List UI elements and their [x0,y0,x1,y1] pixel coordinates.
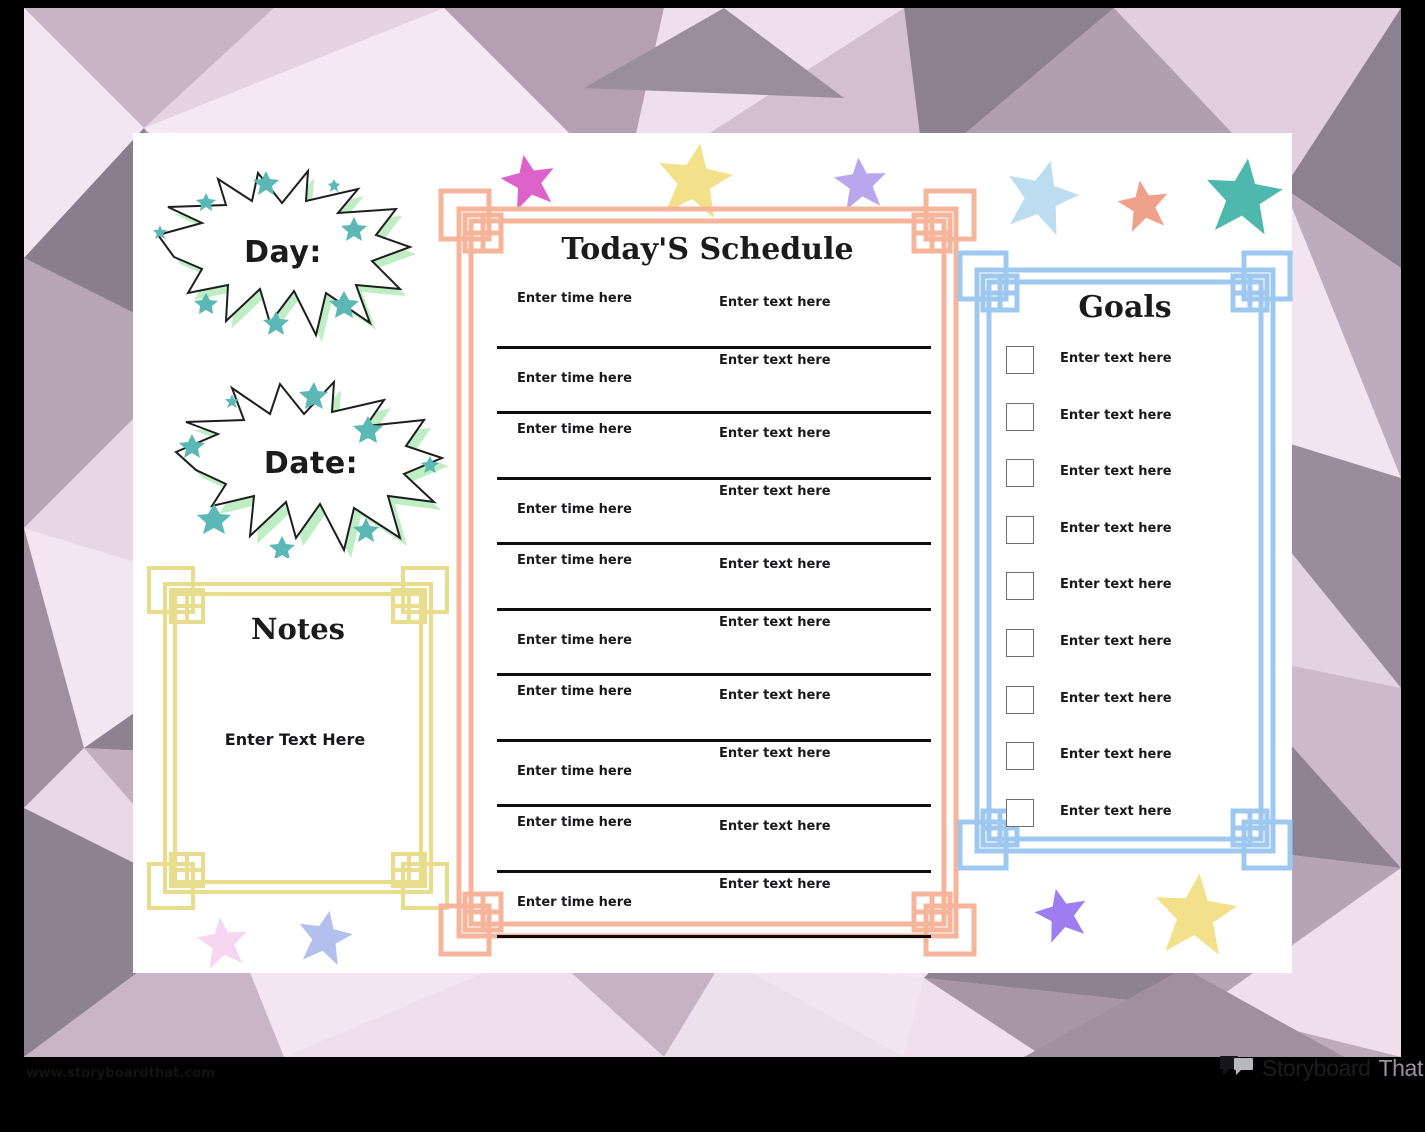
schedule-text-input[interactable]: Enter text here [719,877,831,892]
schedule-row: Enter time here Enter text here [497,545,931,611]
goals-title: Goals [1078,290,1172,325]
goal-checkbox[interactable] [1006,515,1034,544]
goal-checkbox[interactable] [1006,798,1034,827]
logo-secondary-text: That [1378,1054,1424,1081]
schedule-text-input[interactable]: Enter text here [719,484,831,499]
goal-checkbox[interactable] [1006,685,1034,714]
goal-text-input[interactable]: Enter text here [1060,408,1172,423]
goal-text-input[interactable]: Enter text here [1060,691,1172,706]
logo-primary-text: Storyboard [1262,1054,1371,1081]
goal-row: Enter text here [1006,399,1236,456]
speech-bubble-icon [1220,1054,1254,1083]
schedule-title: Today'S Schedule [561,232,854,267]
goal-row: Enter text here [1006,795,1236,852]
poster-canvas: Day: Date: Notes Enter Text Here Today'S… [0,0,1425,1132]
goals-list: Enter text here Enter text here Enter text… [1006,342,1236,851]
schedule-row: Enter time here Enter text here [497,611,931,676]
goal-row: Enter text here [1006,512,1236,569]
schedule-row: Enter time here Enter text here [497,676,931,742]
schedule-row: Enter time here Enter text here [497,807,931,873]
goal-checkbox[interactable] [1006,628,1034,657]
goal-row: Enter text here [1006,342,1236,399]
day-starburst: Day: [148,165,418,345]
schedule-row: Enter time here Enter text here [497,414,931,480]
goal-text-input[interactable]: Enter text here [1060,747,1172,762]
speech-bubble-glyph [1220,1055,1253,1075]
goal-text-input[interactable]: Enter text here [1060,464,1172,479]
goal-text-input[interactable]: Enter text here [1060,804,1172,819]
site-url: www.storyboardthat.com [26,1065,215,1081]
goal-checkbox[interactable] [1006,572,1034,601]
schedule-row: Enter time here Enter text here [497,480,931,545]
schedule-text-input[interactable]: Enter text here [719,557,831,572]
goal-text-input[interactable]: Enter text here [1060,577,1172,592]
schedule-time-input[interactable]: Enter time here [517,684,632,699]
schedule-text-input[interactable]: Enter text here [719,819,831,834]
schedule-time-input[interactable]: Enter time here [517,553,632,568]
date-starburst: Date: [168,378,454,558]
schedule-row: Enter time here Enter text here [497,349,931,414]
goal-checkbox[interactable] [1006,402,1034,431]
goal-row: Enter text here [1006,682,1236,739]
schedule-time-input[interactable]: Enter time here [517,371,632,386]
schedule-time-input[interactable]: Enter time here [517,764,632,779]
schedule-text-input[interactable]: Enter text here [719,615,831,630]
schedule-row: Enter time here Enter text here [497,742,931,807]
goal-text-input[interactable]: Enter text here [1060,634,1172,649]
schedule-text-input[interactable]: Enter text here [719,746,831,761]
schedule-text-input[interactable]: Enter text here [719,295,831,310]
goal-checkbox[interactable] [1006,742,1034,771]
schedule-row-rule [497,935,931,938]
goal-row: Enter text here [1006,455,1236,512]
schedule-time-input[interactable]: Enter time here [517,502,632,517]
goal-row: Enter text here [1006,568,1236,625]
schedule-row: Enter time here Enter text here [497,873,931,938]
schedule-text-input[interactable]: Enter text here [719,426,831,441]
schedule-time-input[interactable]: Enter time here [517,422,632,437]
day-label: Day: [244,235,322,270]
goal-checkbox[interactable] [1006,459,1034,488]
goal-row: Enter text here [1006,625,1236,682]
schedule-row: Enter time here Enter text here [497,283,931,349]
schedule-time-input[interactable]: Enter time here [517,895,632,910]
notes-title: Notes [250,612,346,646]
schedule-time-input[interactable]: Enter time here [517,633,632,648]
notes-body-placeholder[interactable]: Enter Text Here [155,730,435,749]
goal-text-input[interactable]: Enter text here [1060,351,1172,366]
date-label: Date: [263,446,359,481]
goal-row: Enter text here [1006,738,1236,795]
schedule-time-input[interactable]: Enter time here [517,815,632,830]
storyboardthat-logo: Storyboard That [1220,1051,1423,1085]
schedule-text-input[interactable]: Enter text here [719,688,831,703]
goal-text-input[interactable]: Enter text here [1060,521,1172,536]
schedule-rows: Enter time here Enter text here Enter time… [497,283,931,938]
schedule-time-input[interactable]: Enter time here [517,291,632,306]
schedule-text-input[interactable]: Enter text here [719,353,831,368]
goal-checkbox[interactable] [1006,346,1034,374]
